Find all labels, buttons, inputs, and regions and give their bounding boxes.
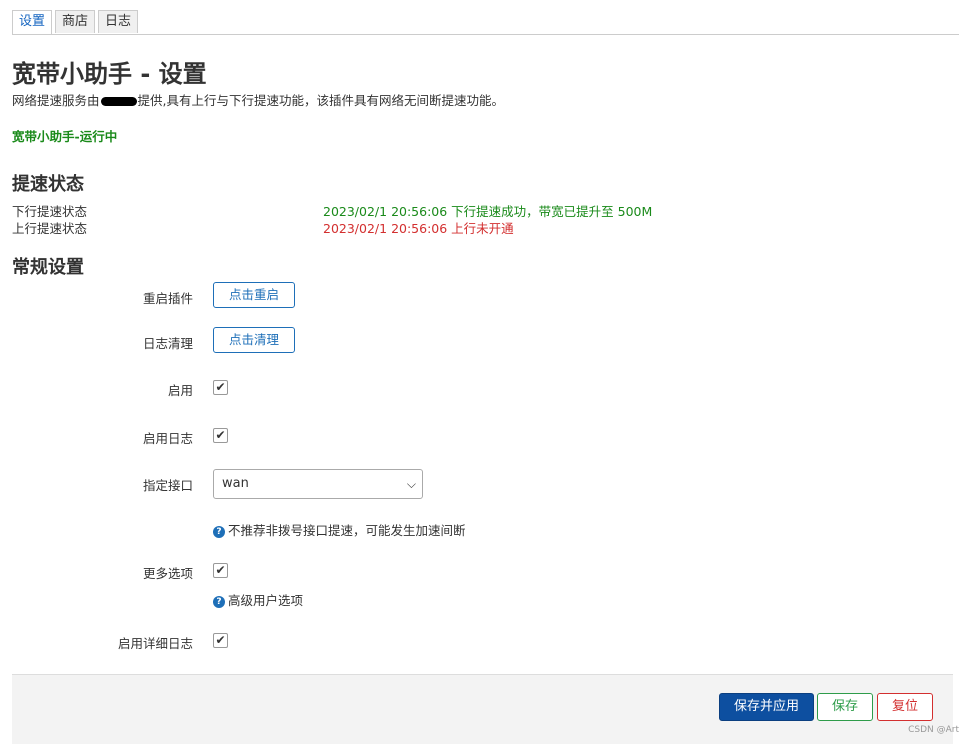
description-suffix: 提供,具有上行与下行提速功能，该插件具有网络无间断提速功能。 [137, 93, 504, 108]
watermark: CSDN @Art [908, 725, 959, 735]
up-status-label: 上行提速状态 [12, 221, 88, 236]
up-status-value: 2023/02/1 20:56:06 上行未开通 [323, 221, 514, 236]
reset-button[interactable]: 复位 [877, 693, 933, 721]
running-status: 宽带小助手-运行中 [12, 129, 118, 144]
restart-label: 重启插件 [142, 291, 193, 306]
check-icon: ✔ [215, 428, 226, 442]
more-hint: ? 高级用户选项 [213, 590, 303, 609]
log-label: 启用日志 [142, 431, 193, 446]
log-checkbox[interactable]: ✔ [213, 428, 228, 443]
save-apply-button[interactable]: 保存并应用 [719, 693, 814, 721]
iface-hint-text: 不推荐非拨号接口提速，可能发生加速间断 [228, 523, 466, 538]
verbose-label: 启用详细日志 [117, 636, 193, 651]
clean-button[interactable]: 点击清理 [213, 327, 295, 353]
footer-bar: 保存并应用 保存 复位 [12, 674, 953, 744]
page-description: 网络提速服务由 提供,具有上行与下行提速功能，该插件具有网络无间断提速功能。 [12, 90, 504, 109]
enable-label: 启用 [167, 383, 193, 398]
page-title: 宽带小助手 - 设置 [12, 60, 207, 88]
tab-bar: 设置 商店 日志 [12, 10, 959, 35]
help-icon: ? [213, 596, 225, 608]
iface-select[interactable]: wan ⌵ [213, 469, 423, 499]
enable-checkbox[interactable]: ✔ [213, 380, 228, 395]
restart-button[interactable]: 点击重启 [213, 282, 295, 308]
save-button[interactable]: 保存 [817, 693, 873, 721]
tab-settings[interactable]: 设置 [12, 10, 53, 34]
description-prefix: 网络提速服务由 [12, 93, 100, 108]
iface-label: 指定接口 [142, 478, 193, 493]
verbose-checkbox[interactable]: ✔ [213, 633, 228, 648]
check-icon: ✔ [215, 633, 226, 647]
check-icon: ✔ [215, 380, 226, 394]
settings-heading: 常规设置 [12, 257, 84, 278]
more-label: 更多选项 [142, 566, 193, 581]
iface-hint: ? 不推荐非拨号接口提速，可能发生加速间断 [213, 520, 466, 539]
more-checkbox[interactable]: ✔ [213, 563, 228, 578]
redaction-mark [100, 97, 137, 106]
chevron-down-icon: ⌵ [406, 477, 416, 491]
help-icon: ? [213, 526, 225, 538]
clean-label: 日志清理 [142, 336, 193, 351]
more-hint-text: 高级用户选项 [228, 593, 304, 608]
tab-store[interactable]: 商店 [55, 10, 96, 33]
tab-log[interactable]: 日志 [98, 10, 139, 33]
iface-select-value: wan [222, 476, 249, 491]
check-icon: ✔ [215, 563, 226, 577]
status-heading: 提速状态 [12, 174, 84, 195]
